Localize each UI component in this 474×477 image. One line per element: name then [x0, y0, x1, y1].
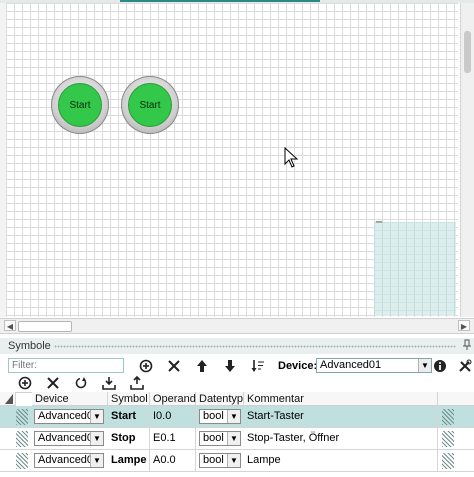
filter-input[interactable]	[8, 358, 124, 373]
panel-title: Symbole	[8, 340, 51, 352]
device-combo[interactable]: Advanced01 ▼	[34, 431, 104, 446]
table-row[interactable]: Advanced01 ▼ Lampe A0.0 bool ▼ Lampe	[0, 450, 474, 472]
device-combo[interactable]: Advanced01 ▼	[34, 409, 104, 424]
scroll-left-icon[interactable]: ◀	[4, 320, 16, 331]
info-icon[interactable]	[432, 358, 448, 374]
start-push-button-1[interactable]: Start	[51, 76, 109, 134]
symbol-cell[interactable]: Start	[108, 406, 150, 427]
move-up-icon[interactable]	[194, 358, 210, 374]
add-circle-icon[interactable]	[138, 358, 154, 374]
minimap-handle-icon: ▔	[376, 222, 383, 231]
operand-cell[interactable]: I0.0	[150, 406, 196, 427]
canvas-minimap[interactable]: ▔	[374, 222, 456, 316]
symbol-cell[interactable]: Lampe	[108, 450, 150, 471]
panel-grip[interactable]	[54, 345, 456, 348]
export-icon[interactable]	[129, 375, 145, 391]
scroll-right-icon[interactable]: ▶	[458, 320, 470, 331]
horizontal-scroll-thumb[interactable]	[18, 321, 72, 332]
chevron-down-icon: ▼	[227, 454, 240, 467]
row-handle[interactable]	[16, 431, 28, 447]
operand-cell[interactable]: A0.0	[150, 450, 196, 471]
import-icon[interactable]	[101, 375, 117, 391]
column-header-operand[interactable]: Operand	[150, 392, 196, 406]
chevron-down-icon: ▼	[227, 410, 240, 423]
vertical-scrollbar[interactable]	[460, 3, 474, 317]
push-button-face: Start	[128, 83, 172, 127]
comment-cell[interactable]: Start-Taster	[244, 406, 438, 427]
operand-cell[interactable]: E0.1	[150, 428, 196, 449]
start-push-button-2[interactable]: Start	[121, 76, 179, 134]
row-handle[interactable]	[16, 409, 28, 425]
column-header-device[interactable]: Device	[32, 392, 108, 406]
type-combo[interactable]: bool ▼	[199, 453, 241, 468]
horizontal-scrollbar[interactable]: ◀ ▶	[0, 318, 474, 334]
move-down-icon[interactable]	[222, 358, 238, 374]
type-combo[interactable]: bool ▼	[199, 409, 241, 424]
device-label: Device:	[278, 360, 318, 372]
active-tab-indicator	[120, 0, 320, 2]
chevron-down-icon: ▼	[227, 432, 240, 445]
mouse-cursor-icon	[284, 147, 299, 168]
device-select[interactable]: Advanced01 ▼	[316, 358, 432, 373]
delete-x-icon-2[interactable]	[45, 375, 61, 391]
chevron-down-icon[interactable]: ▼	[418, 359, 431, 372]
add-circle-icon-2[interactable]	[17, 375, 33, 391]
table-row[interactable]: Advanced01 ▼ Start I0.0 bool ▼ Start-Taste…	[0, 406, 474, 428]
tools-icon[interactable]	[457, 358, 473, 374]
push-button-face: Start	[58, 83, 102, 127]
pin-icon[interactable]	[462, 339, 472, 351]
chevron-down-icon: ▼	[90, 410, 103, 423]
sort-icon[interactable]	[250, 358, 266, 374]
column-header-symbol[interactable]: Symbol	[108, 392, 150, 406]
row-end-handle[interactable]	[442, 431, 454, 447]
refresh-icon[interactable]	[73, 375, 89, 391]
vertical-scroll-thumb[interactable]	[464, 31, 471, 73]
chevron-down-icon: ▼	[90, 454, 103, 467]
chevron-down-icon: ▼	[90, 432, 103, 445]
delete-x-icon[interactable]	[166, 358, 182, 374]
device-select-value: Advanced01	[320, 359, 382, 371]
table-row[interactable]: Advanced01 ▼ Stop E0.1 bool ▼ Stop-Taster,…	[0, 428, 474, 450]
column-header-kommentar[interactable]: Kommentar	[244, 392, 438, 406]
table-corner	[0, 392, 16, 406]
comment-cell[interactable]: Stop-Taster, Öffner	[244, 428, 438, 449]
symbol-cell[interactable]: Stop	[108, 428, 150, 449]
row-end-handle[interactable]	[442, 409, 454, 425]
row-end-handle[interactable]	[442, 453, 454, 469]
column-header-blank	[438, 392, 474, 406]
type-combo[interactable]: bool ▼	[199, 431, 241, 446]
row-handle[interactable]	[16, 453, 28, 469]
corner-arrow-icon	[5, 394, 13, 404]
comment-cell[interactable]: Lampe	[244, 450, 438, 471]
device-combo[interactable]: Advanced01 ▼	[34, 453, 104, 468]
column-header-datentyp[interactable]: Datentyp	[196, 392, 244, 406]
symbole-panel-header: Symbole	[0, 338, 474, 354]
